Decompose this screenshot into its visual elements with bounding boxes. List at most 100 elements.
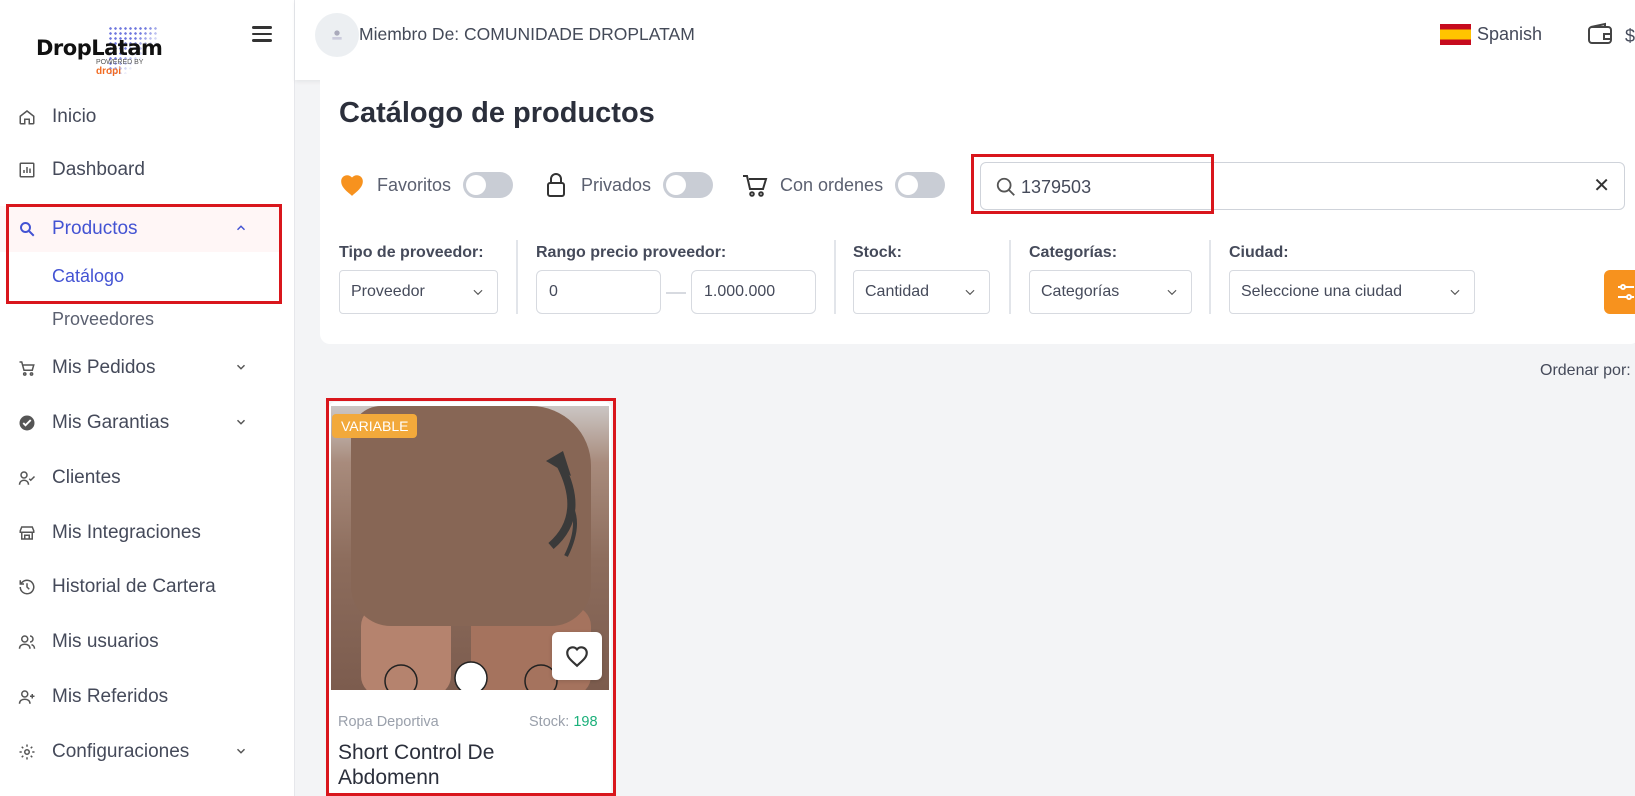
lock-icon — [543, 172, 569, 198]
favorites-label: Favoritos — [377, 174, 452, 195]
divider — [834, 240, 836, 314]
cart-icon — [18, 359, 36, 377]
city-select[interactable]: Seleccione una ciudad — [1229, 270, 1475, 314]
product-card[interactable] — [329, 402, 611, 796]
sidebar-item-mis-garantias[interactable]: Mis Garantias — [0, 400, 282, 446]
private-label: Privados — [581, 174, 652, 195]
categories-value: Categorías — [1041, 283, 1120, 300]
heart-icon — [339, 172, 365, 198]
cart-icon — [742, 172, 768, 198]
home-icon — [18, 108, 36, 126]
sidebar-item-label: Productos — [52, 218, 138, 239]
stock-select[interactable]: Cantidad — [853, 270, 990, 314]
sidebar-item-clientes[interactable]: Clientes — [0, 455, 282, 501]
avatar-logo-icon — [332, 30, 342, 40]
product-category: Ropa Deportiva — [338, 714, 439, 730]
orders-switch[interactable] — [895, 172, 946, 198]
sidebar-item-mis-integraciones[interactable]: Mis Integraciones — [0, 510, 282, 556]
sidebar-item-inicio[interactable]: Inicio — [0, 94, 282, 140]
favorites-switch[interactable] — [463, 172, 514, 198]
clear-search-icon[interactable]: ✕ — [1593, 176, 1610, 196]
user-plus-icon — [18, 688, 36, 706]
logo-powered-by: POWERED BY dropi — [96, 59, 144, 77]
user-check-icon — [18, 469, 36, 487]
page-title: Catálogo de productos — [339, 97, 655, 129]
product-search: ✕ — [980, 162, 1625, 210]
divider — [516, 240, 518, 314]
private-switch[interactable] — [663, 172, 714, 198]
sliders-icon — [1618, 284, 1634, 300]
wallet-icon[interactable] — [1587, 22, 1613, 46]
spain-flag-icon — [1440, 24, 1471, 45]
filters-button[interactable] — [1604, 270, 1635, 314]
heart-outline-icon — [566, 646, 588, 668]
sidebar-item-label: Mis Referidos — [52, 686, 169, 707]
favorites-toggle-group: Favoritos — [339, 172, 514, 198]
member-label: Miembro De: COMUNIDADE DROPLATAM — [359, 24, 695, 44]
supplier-type-value: Proveedor — [351, 283, 425, 300]
sidebar-item-mis-referidos[interactable]: Mis Referidos — [0, 674, 282, 720]
stock-count: 198 — [573, 714, 598, 730]
sidebar: DropLatam POWERED BY dropi Inicio Dashbo… — [0, 0, 295, 796]
store-icon — [18, 524, 36, 542]
search-icon — [18, 220, 36, 238]
history-icon — [18, 578, 36, 596]
sidebar-item-label: Dashboard — [52, 159, 145, 180]
chart-icon — [18, 161, 36, 179]
search-input[interactable] — [1021, 173, 1581, 201]
variable-badge: VARIABLE — [332, 414, 418, 438]
search-icon — [996, 177, 1015, 196]
city-label: Ciudad: — [1229, 244, 1289, 261]
city-value: Seleccione una ciudad — [1241, 283, 1403, 300]
sidebar-item-label: Mis Integraciones — [52, 522, 201, 543]
droplatam-logo[interactable]: DropLatam POWERED BY dropi — [36, 26, 166, 77]
balance-currency: $ — [1625, 26, 1635, 46]
language-label: Spanish — [1477, 24, 1543, 44]
price-range-label: Rango precio proveedor: — [536, 244, 727, 261]
favorite-button[interactable] — [552, 632, 602, 680]
sidebar-item-historial-cartera[interactable]: Historial de Cartera — [0, 564, 282, 610]
chevron-down-icon — [1450, 289, 1460, 296]
avatar[interactable] — [315, 13, 359, 57]
sidebar-item-label: Inicio — [52, 106, 97, 127]
categories-select[interactable]: Categorías — [1029, 270, 1192, 314]
chevron-down-icon — [473, 289, 483, 296]
sidebar-item-label: Mis usuarios — [52, 631, 159, 652]
order-by-label[interactable]: Ordenar por: — [1540, 362, 1631, 380]
sidebar-item-dashboard[interactable]: Dashboard — [0, 147, 282, 193]
chevron-down-icon — [965, 289, 975, 296]
sidebar-item-configuraciones[interactable]: Configuraciones — [0, 729, 282, 775]
range-separator — [666, 292, 686, 294]
language-selector[interactable]: Spanish — [1440, 24, 1542, 45]
product-name[interactable]: Short Control De Abdomenn — [338, 740, 598, 790]
supplier-type-select[interactable]: Proveedor — [339, 270, 498, 314]
supplier-type-label: Tipo de proveedor: — [339, 244, 484, 261]
top-bar: Miembro De: COMUNIDADE DROPLATAM Spanish… — [295, 0, 1635, 80]
sidebar-item-label: Mis Pedidos — [52, 357, 156, 378]
product-stock: Stock: 198 — [529, 714, 598, 730]
divider — [1209, 240, 1211, 314]
sidebar-subitem-proveedores[interactable]: Proveedores — [52, 309, 154, 330]
stock-label: Stock: — [853, 244, 902, 261]
sidebar-item-mis-usuarios[interactable]: Mis usuarios — [0, 619, 282, 665]
chevron-down-icon — [236, 419, 246, 425]
menu-toggle-icon[interactable] — [252, 26, 272, 44]
private-toggle-group: Privados — [543, 172, 714, 198]
sidebar-item-mis-pedidos[interactable]: Mis Pedidos — [0, 345, 282, 391]
sidebar-item-label: Configuraciones — [52, 741, 190, 762]
gear-icon — [18, 743, 36, 761]
stock-value: Cantidad — [865, 283, 930, 300]
sidebar-item-productos[interactable]: Productos — [0, 206, 282, 252]
price-min-field[interactable]: 0 — [536, 270, 661, 314]
price-max-field[interactable]: 1.000.000 — [691, 270, 816, 314]
sidebar-item-label: Historial de Cartera — [52, 576, 216, 597]
chevron-down-icon — [1167, 289, 1177, 296]
chevron-down-icon — [236, 748, 246, 754]
orders-label: Con ordenes — [780, 174, 884, 195]
sidebar-item-label: Clientes — [52, 467, 121, 488]
orders-toggle-group: Con ordenes — [742, 172, 946, 198]
divider — [1009, 240, 1011, 314]
sidebar-item-label: Mis Garantias — [52, 412, 170, 433]
sidebar-subitem-catalogo[interactable]: Catálogo — [52, 266, 124, 287]
categories-label: Categorías: — [1029, 244, 1118, 261]
